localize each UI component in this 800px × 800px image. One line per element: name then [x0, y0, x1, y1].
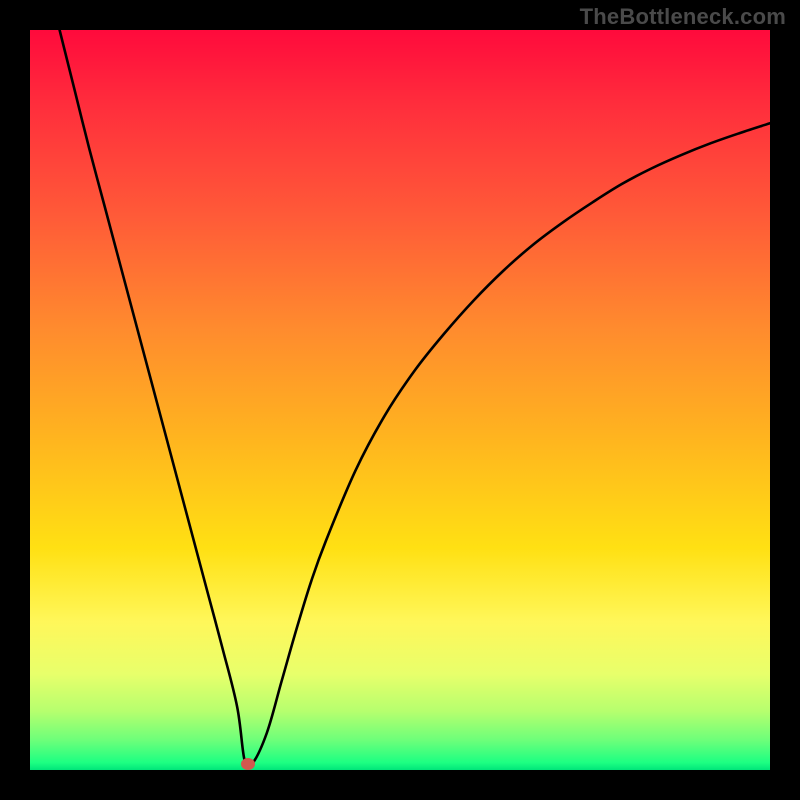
watermark-text: TheBottleneck.com [580, 4, 786, 30]
plot-area [30, 30, 770, 770]
bottleneck-curve [30, 30, 770, 770]
minimum-point-marker [241, 758, 255, 770]
chart-frame: TheBottleneck.com [0, 0, 800, 800]
